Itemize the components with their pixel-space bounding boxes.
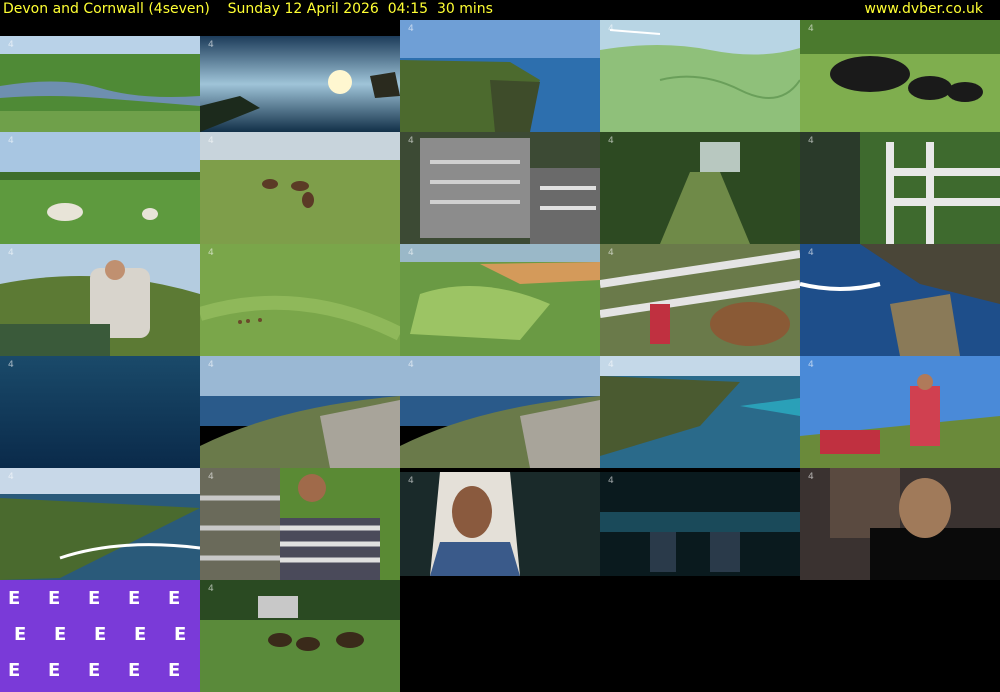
thumbnail-image: [800, 20, 1000, 132]
svg-text:E: E: [8, 660, 20, 681]
thumbnail[interactable]: 4: [400, 132, 600, 244]
thumbnail[interactable]: 4: [0, 468, 200, 580]
thumbnail-image: [400, 472, 600, 576]
thumbnail[interactable]: 4: [400, 472, 600, 576]
thumbnail-grid: 4 4 4 4 4 4 4 4 4 4 4 4 4 4 4 4 4 4 4 4 …: [0, 20, 1000, 692]
thumbnail[interactable]: 4: [200, 132, 400, 244]
website-link[interactable]: www.dvber.co.uk: [864, 0, 983, 18]
thumbnail-image: E E E E E E E E E E E E E E E: [0, 580, 200, 692]
thumbnail[interactable]: 4: [0, 356, 200, 468]
svg-text:E: E: [88, 660, 100, 681]
channel-logo-icon: 4: [408, 24, 414, 34]
channel-logo-icon: 4: [808, 136, 814, 146]
thumbnail-image: [0, 356, 200, 468]
thumbnail-image: [600, 356, 800, 468]
thumbnail-image: [200, 580, 400, 692]
thumbnail[interactable]: 4: [600, 20, 800, 132]
channel-logo-icon: 4: [408, 136, 414, 146]
thumbnail[interactable]: 4: [600, 472, 800, 576]
channel-logo-icon: 4: [208, 584, 214, 594]
channel-logo-icon: 4: [808, 24, 814, 34]
thumbnail-image: [800, 356, 1000, 468]
thumbnail-image: [800, 244, 1000, 356]
channel-logo-icon: 4: [408, 360, 414, 370]
channel-logo-icon: 4: [408, 476, 414, 486]
channel-logo-icon: 4: [8, 360, 14, 370]
thumbnail-image: [400, 244, 600, 356]
thumbnail-image: [800, 468, 1000, 580]
channel-logo-icon: 4: [608, 476, 614, 486]
channel-logo-icon: 4: [208, 472, 214, 482]
thumbnail-image: [400, 20, 600, 132]
svg-text:E: E: [14, 624, 26, 645]
thumbnail[interactable]: 4: [800, 132, 1000, 244]
channel-logo-icon: 4: [8, 472, 14, 482]
thumbnail-image: [200, 36, 400, 132]
thumbnail[interactable]: 4: [800, 244, 1000, 356]
thumbnail-image: [0, 132, 200, 244]
channel-logo-icon: 4: [408, 248, 414, 258]
thumbnail[interactable]: 4: [0, 36, 200, 132]
thumbnail[interactable]: 4: [800, 356, 1000, 468]
svg-text:E: E: [8, 588, 20, 609]
thumbnail[interactable]: 4: [200, 468, 400, 580]
thumbnail[interactable]: 4: [800, 20, 1000, 132]
thumbnail[interactable]: 4: [400, 244, 600, 356]
title-bar: Devon and Cornwall (4seven) Sunday 12 Ap…: [0, 0, 1000, 20]
thumbnail-image: [400, 356, 600, 468]
channel-logo-icon: 4: [208, 40, 214, 50]
channel-logo-icon: 4: [208, 360, 214, 370]
svg-text:E: E: [48, 588, 60, 609]
channel-logo-icon: 4: [8, 40, 14, 50]
channel-logo-icon: 4: [608, 360, 614, 370]
channel-logo-icon: 4: [808, 360, 814, 370]
svg-text:E: E: [128, 588, 140, 609]
thumbnail-image: [0, 468, 200, 580]
channel-logo-icon: 4: [608, 248, 614, 258]
thumbnail-image: [600, 472, 800, 576]
thumbnail[interactable]: 4: [600, 132, 800, 244]
channel-logo-icon: 4: [608, 24, 614, 34]
svg-text:E: E: [88, 588, 100, 609]
thumbnail[interactable]: 4: [400, 356, 600, 468]
channel-logo-icon: 4: [608, 136, 614, 146]
channel-logo-icon: 4: [208, 248, 214, 258]
channel-logo-icon: 4: [8, 136, 14, 146]
thumbnail-image: [800, 132, 1000, 244]
thumbnail[interactable]: 4: [400, 20, 600, 132]
thumbnail-image: [200, 356, 400, 468]
svg-text:E: E: [48, 660, 60, 681]
thumbnail-image: [600, 244, 800, 356]
thumbnail-image: [200, 132, 400, 244]
thumbnail-image: [600, 20, 800, 132]
thumbnail[interactable]: 4: [800, 468, 1000, 580]
thumbnail[interactable]: 4: [0, 132, 200, 244]
thumbnail-image: [0, 244, 200, 356]
thumbnail-image: [600, 132, 800, 244]
thumbnail[interactable]: E E E E E E E E E E E E E E E: [0, 580, 200, 692]
thumbnail-image: [200, 244, 400, 356]
svg-text:E: E: [128, 660, 140, 681]
thumbnail[interactable]: 4: [200, 580, 400, 692]
thumbnail-image: [0, 36, 200, 132]
thumbnail[interactable]: 4: [200, 36, 400, 132]
svg-text:E: E: [54, 624, 66, 645]
thumbnail[interactable]: 4: [600, 356, 800, 468]
svg-text:E: E: [94, 624, 106, 645]
thumbnail-image: [400, 132, 600, 244]
svg-text:E: E: [174, 624, 186, 645]
channel-logo-icon: 4: [808, 472, 814, 482]
programme-title: Devon and Cornwall (4seven) Sunday 12 Ap…: [3, 1, 493, 17]
channel-logo-icon: 4: [808, 248, 814, 258]
thumbnail[interactable]: 4: [600, 244, 800, 356]
svg-text:E: E: [168, 660, 180, 681]
thumbnail[interactable]: 4: [200, 244, 400, 356]
svg-text:E: E: [168, 588, 180, 609]
thumbnail[interactable]: 4: [200, 356, 400, 468]
thumbnail-image: [200, 468, 400, 580]
thumbnail[interactable]: 4: [0, 244, 200, 356]
channel-logo-icon: 4: [8, 248, 14, 258]
svg-text:E: E: [134, 624, 146, 645]
channel-logo-icon: 4: [208, 136, 214, 146]
